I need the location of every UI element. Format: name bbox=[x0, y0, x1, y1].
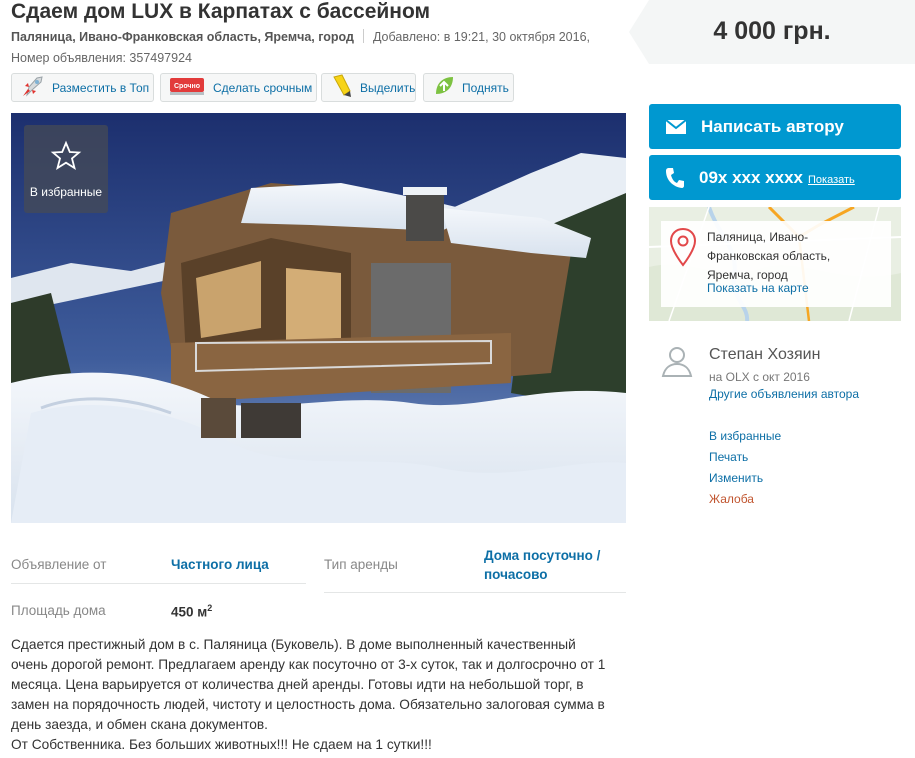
raise-button[interactable]: Поднять bbox=[423, 73, 514, 102]
other-ads-link[interactable]: Другие объявления автора bbox=[709, 387, 859, 401]
leaf-up-icon bbox=[432, 74, 456, 101]
meta-divider bbox=[362, 29, 364, 43]
area-unit-sup: 2 bbox=[207, 603, 213, 613]
show-on-map-link[interactable]: Показать на карте bbox=[707, 281, 809, 295]
description-line: месяца. Цена варьируется от количества д… bbox=[11, 677, 584, 692]
user-since: на OLX с окт 2016 bbox=[709, 370, 810, 384]
add-to-favorites-link[interactable]: В избранные bbox=[709, 429, 781, 443]
complain-link[interactable]: Жалоба bbox=[709, 492, 754, 506]
description-line: Сдается престижный дом в с. Паляница (Бу… bbox=[11, 637, 576, 652]
price: 4 000 грн. bbox=[713, 17, 831, 45]
make-urgent-button[interactable]: Срочно Сделать срочным bbox=[160, 73, 317, 102]
marker-icon bbox=[330, 73, 354, 102]
price-box: 4 000 грн. bbox=[629, 0, 915, 64]
rent-type-value-line2[interactable]: почасово bbox=[484, 567, 548, 582]
urgent-badge-text: Срочно bbox=[174, 83, 200, 90]
write-author-label: Написать автору bbox=[701, 116, 844, 136]
urgent-badge-icon: Срочно bbox=[169, 75, 207, 100]
details-divider-right bbox=[324, 592, 626, 593]
map-pin-icon bbox=[669, 227, 697, 272]
edit-link[interactable]: Изменить bbox=[709, 471, 763, 485]
ad-meta: Паляница, Ивано-Франковская область, Яре… bbox=[11, 29, 590, 44]
ad-location[interactable]: Паляница, Ивано-Франковская область, Яре… bbox=[11, 30, 354, 44]
phone-button[interactable]: 09х ххх хххх Показать bbox=[649, 155, 901, 200]
ad-title: Сдаем дом LUX в Карпатах с бассейном bbox=[11, 0, 431, 23]
make-urgent-label: Сделать срочным bbox=[213, 80, 313, 95]
raise-label: Поднять bbox=[462, 80, 509, 95]
envelope-icon bbox=[665, 118, 687, 135]
listing-photo[interactable]: В избранные bbox=[11, 113, 626, 523]
print-link[interactable]: Печать bbox=[709, 450, 748, 464]
offer-from-value[interactable]: Частного лица bbox=[171, 557, 269, 572]
location-map[interactable]: Паляница, Ивано-Франковская область, Яре… bbox=[649, 207, 901, 321]
area-value: 450 м2 bbox=[171, 603, 212, 620]
rent-type-value-line1[interactable]: Дома посуточно / bbox=[484, 548, 600, 563]
details-divider-left bbox=[11, 583, 306, 584]
highlight-button[interactable]: Выделить bbox=[321, 73, 416, 102]
area-value-number: 450 м bbox=[171, 604, 208, 620]
map-address: Паляница, Ивано-Франковская область, Яре… bbox=[707, 230, 831, 282]
description-line: От Собственника. Без больших животных!!!… bbox=[11, 737, 432, 752]
ad-description: Сдается престижный дом в с. Паляница (Бу… bbox=[11, 635, 629, 755]
description-line: замен на порядочность людей, чистоту и ц… bbox=[11, 697, 605, 712]
phone-icon bbox=[665, 167, 685, 189]
promote-top-label: Разместить в Топ bbox=[52, 80, 150, 95]
show-phone-link[interactable]: Показать bbox=[808, 174, 855, 186]
phone-number: 09х ххх хххх bbox=[699, 167, 803, 187]
promote-top-button[interactable]: Разместить в Топ bbox=[11, 73, 154, 102]
offer-from-label: Объявление от bbox=[11, 557, 107, 572]
rent-type-label: Тип аренды bbox=[324, 557, 398, 572]
star-icon bbox=[50, 140, 82, 170]
description-line: день заезда, и обмен скана документов. bbox=[11, 717, 268, 732]
write-author-button[interactable]: Написать автору bbox=[649, 104, 901, 149]
highlight-label: Выделить bbox=[360, 80, 416, 95]
user-avatar-icon bbox=[659, 343, 695, 384]
ad-number: Номер объявления: 357497924 bbox=[11, 51, 192, 65]
area-label: Площадь дома bbox=[11, 603, 106, 618]
ad-added-date: Добавлено: в 19:21, 30 октября 2016, bbox=[372, 30, 591, 44]
description-line: очень дорогой ремонт. Предлагаем аренду … bbox=[11, 657, 606, 672]
photo-favorite-label: В избранные bbox=[29, 185, 103, 199]
photo-favorite-button[interactable]: В избранные bbox=[24, 125, 108, 213]
rocket-icon bbox=[20, 73, 46, 102]
user-name: Степан Хозяин bbox=[709, 346, 821, 363]
